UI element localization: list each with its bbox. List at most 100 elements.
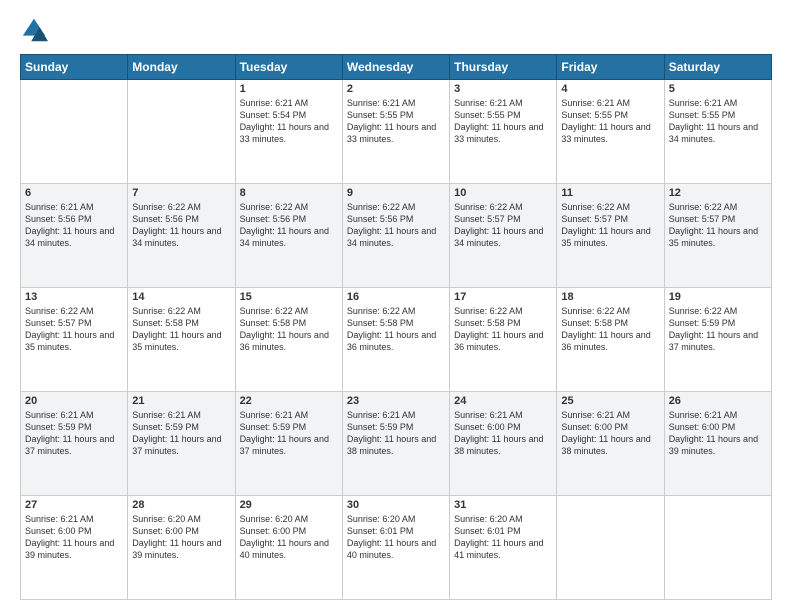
day-number: 11 [561, 187, 659, 199]
day-number: 26 [669, 395, 767, 407]
calendar-cell: 18 Sunrise: 6:22 AM Sunset: 5:58 PM Dayli… [557, 288, 664, 392]
day-of-week-header: Monday [128, 55, 235, 80]
day-number: 17 [454, 291, 552, 303]
day-detail: Sunrise: 6:22 AM Sunset: 5:58 PM Dayligh… [454, 305, 552, 354]
day-number: 8 [240, 187, 338, 199]
day-number: 12 [669, 187, 767, 199]
calendar-cell: 19 Sunrise: 6:22 AM Sunset: 5:59 PM Dayli… [664, 288, 771, 392]
calendar-cell: 25Sunrise: 6:21 AM Sunset: 6:00 PM Dayli… [557, 392, 664, 496]
calendar-cell: 26 Sunrise: 6:21 AM Sunset: 6:00 PM Dayli… [664, 392, 771, 496]
day-detail: Sunrise: 6:20 AM Sunset: 6:00 PM Dayligh… [132, 513, 230, 562]
calendar-cell: 3 Sunrise: 6:21 AM Sunset: 5:55 PM Daylig… [450, 80, 557, 184]
day-number: 6 [25, 187, 123, 199]
day-detail: Sunrise: 6:21 AM Sunset: 5:59 PM Dayligh… [347, 409, 445, 458]
day-of-week-header: Wednesday [342, 55, 449, 80]
page: SundayMondayTuesdayWednesdayThursdayFrid… [0, 0, 792, 612]
calendar-week-row: 20 Sunrise: 6:21 AM Sunset: 5:59 PM Dayli… [21, 392, 772, 496]
calendar-cell: 14 Sunrise: 6:22 AM Sunset: 5:58 PM Dayli… [128, 288, 235, 392]
day-detail: Sunrise: 6:22 AM Sunset: 5:57 PM Dayligh… [454, 201, 552, 250]
calendar-cell: 1Sunrise: 6:21 AM Sunset: 5:54 PM Daylig… [235, 80, 342, 184]
day-detail: Sunrise: 6:20 AM Sunset: 6:01 PM Dayligh… [347, 513, 445, 562]
day-detail: Sunrise: 6:22 AM Sunset: 5:57 PM Dayligh… [561, 201, 659, 250]
day-number: 31 [454, 499, 552, 511]
day-of-week-header: Thursday [450, 55, 557, 80]
calendar-cell: 12 Sunrise: 6:22 AM Sunset: 5:57 PM Dayli… [664, 184, 771, 288]
calendar-cell: 31 Sunrise: 6:20 AM Sunset: 6:01 PM Dayli… [450, 496, 557, 600]
calendar-cell: 5Sunrise: 6:21 AM Sunset: 5:55 PM Daylig… [664, 80, 771, 184]
day-of-week-header: Tuesday [235, 55, 342, 80]
day-number: 7 [132, 187, 230, 199]
day-detail: Sunrise: 6:21 AM Sunset: 5:56 PM Dayligh… [25, 201, 123, 250]
day-detail: Sunrise: 6:21 AM Sunset: 5:55 PM Dayligh… [347, 97, 445, 146]
calendar-cell: 28 Sunrise: 6:20 AM Sunset: 6:00 PM Dayli… [128, 496, 235, 600]
calendar-cell: 11 Sunrise: 6:22 AM Sunset: 5:57 PM Dayli… [557, 184, 664, 288]
day-number: 28 [132, 499, 230, 511]
day-detail: Sunrise: 6:21 AM Sunset: 6:00 PM Dayligh… [669, 409, 767, 458]
calendar-cell: 6 Sunrise: 6:21 AM Sunset: 5:56 PM Daylig… [21, 184, 128, 288]
day-number: 22 [240, 395, 338, 407]
calendar-cell: 8 Sunrise: 6:22 AM Sunset: 5:56 PM Daylig… [235, 184, 342, 288]
day-number: 29 [240, 499, 338, 511]
day-number: 2 [347, 83, 445, 95]
day-number: 25 [561, 395, 659, 407]
day-number: 21 [132, 395, 230, 407]
calendar-cell: 13 Sunrise: 6:22 AM Sunset: 5:57 PM Dayli… [21, 288, 128, 392]
calendar-cell: 27Sunrise: 6:21 AM Sunset: 6:00 PM Dayli… [21, 496, 128, 600]
day-detail: Sunrise: 6:22 AM Sunset: 5:56 PM Dayligh… [240, 201, 338, 250]
calendar-cell: 29Sunrise: 6:20 AM Sunset: 6:00 PM Dayli… [235, 496, 342, 600]
calendar-cell: 4 Sunrise: 6:21 AM Sunset: 5:55 PM Daylig… [557, 80, 664, 184]
day-number: 13 [25, 291, 123, 303]
day-detail: Sunrise: 6:21 AM Sunset: 5:55 PM Dayligh… [561, 97, 659, 146]
day-number: 3 [454, 83, 552, 95]
day-detail: Sunrise: 6:20 AM Sunset: 6:01 PM Dayligh… [454, 513, 552, 562]
day-of-week-header: Friday [557, 55, 664, 80]
day-detail: Sunrise: 6:22 AM Sunset: 5:58 PM Dayligh… [561, 305, 659, 354]
day-number: 23 [347, 395, 445, 407]
day-detail: Sunrise: 6:22 AM Sunset: 5:58 PM Dayligh… [132, 305, 230, 354]
day-number: 14 [132, 291, 230, 303]
day-number: 4 [561, 83, 659, 95]
day-detail: Sunrise: 6:22 AM Sunset: 5:57 PM Dayligh… [25, 305, 123, 354]
day-number: 20 [25, 395, 123, 407]
day-number: 24 [454, 395, 552, 407]
day-detail: Sunrise: 6:21 AM Sunset: 5:59 PM Dayligh… [25, 409, 123, 458]
calendar-week-row: 13 Sunrise: 6:22 AM Sunset: 5:57 PM Dayli… [21, 288, 772, 392]
day-detail: Sunrise: 6:21 AM Sunset: 5:55 PM Dayligh… [454, 97, 552, 146]
calendar-cell [128, 80, 235, 184]
calendar-cell: 20 Sunrise: 6:21 AM Sunset: 5:59 PM Dayli… [21, 392, 128, 496]
calendar-week-row: 6 Sunrise: 6:21 AM Sunset: 5:56 PM Daylig… [21, 184, 772, 288]
logo-icon [20, 16, 48, 44]
day-number: 18 [561, 291, 659, 303]
calendar-cell: 21 Sunrise: 6:21 AM Sunset: 5:59 PM Dayli… [128, 392, 235, 496]
day-detail: Sunrise: 6:22 AM Sunset: 5:56 PM Dayligh… [347, 201, 445, 250]
calendar-cell: 7 Sunrise: 6:22 AM Sunset: 5:56 PM Daylig… [128, 184, 235, 288]
day-detail: Sunrise: 6:22 AM Sunset: 5:57 PM Dayligh… [669, 201, 767, 250]
day-of-week-header: Sunday [21, 55, 128, 80]
day-number: 10 [454, 187, 552, 199]
calendar-header-row: SundayMondayTuesdayWednesdayThursdayFrid… [21, 55, 772, 80]
calendar-cell: 23 Sunrise: 6:21 AM Sunset: 5:59 PM Dayli… [342, 392, 449, 496]
calendar-cell: 30Sunrise: 6:20 AM Sunset: 6:01 PM Dayli… [342, 496, 449, 600]
day-detail: Sunrise: 6:21 AM Sunset: 5:59 PM Dayligh… [240, 409, 338, 458]
calendar-cell [21, 80, 128, 184]
calendar-cell: 2 Sunrise: 6:21 AM Sunset: 5:55 PM Daylig… [342, 80, 449, 184]
logo [20, 16, 52, 44]
calendar-cell: 24Sunrise: 6:21 AM Sunset: 6:00 PM Dayli… [450, 392, 557, 496]
day-detail: Sunrise: 6:21 AM Sunset: 6:00 PM Dayligh… [25, 513, 123, 562]
day-number: 16 [347, 291, 445, 303]
day-number: 9 [347, 187, 445, 199]
day-detail: Sunrise: 6:21 AM Sunset: 5:59 PM Dayligh… [132, 409, 230, 458]
day-detail: Sunrise: 6:22 AM Sunset: 5:59 PM Dayligh… [669, 305, 767, 354]
day-number: 19 [669, 291, 767, 303]
day-number: 15 [240, 291, 338, 303]
day-detail: Sunrise: 6:22 AM Sunset: 5:56 PM Dayligh… [132, 201, 230, 250]
day-detail: Sunrise: 6:21 AM Sunset: 5:55 PM Dayligh… [669, 97, 767, 146]
calendar: SundayMondayTuesdayWednesdayThursdayFrid… [20, 54, 772, 600]
day-detail: Sunrise: 6:22 AM Sunset: 5:58 PM Dayligh… [240, 305, 338, 354]
calendar-cell: 9 Sunrise: 6:22 AM Sunset: 5:56 PM Daylig… [342, 184, 449, 288]
calendar-cell [664, 496, 771, 600]
day-of-week-header: Saturday [664, 55, 771, 80]
day-number: 1 [240, 83, 338, 95]
calendar-cell: 17 Sunrise: 6:22 AM Sunset: 5:58 PM Dayli… [450, 288, 557, 392]
calendar-week-row: 1Sunrise: 6:21 AM Sunset: 5:54 PM Daylig… [21, 80, 772, 184]
